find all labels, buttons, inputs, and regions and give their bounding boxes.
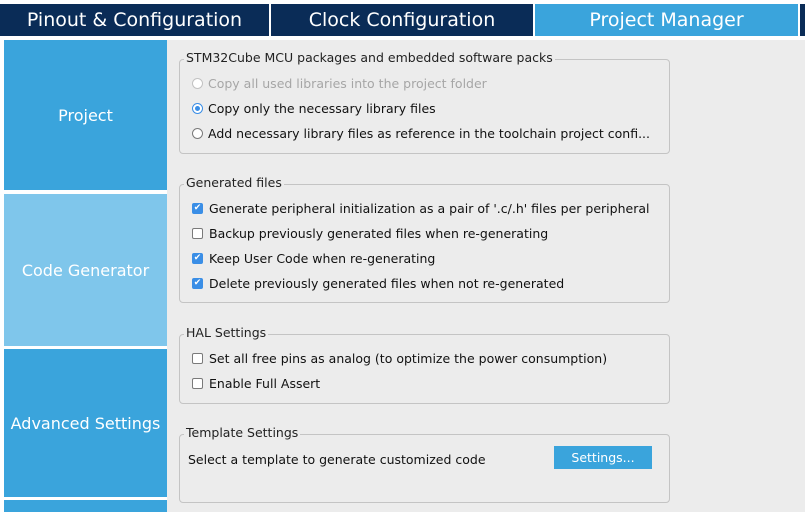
tab-project-manager[interactable]: Project Manager [535, 4, 798, 36]
checkbox-delete-previous-files[interactable]: ✔ Delete previously generated files when… [192, 276, 564, 291]
radio-copy-all-libraries[interactable]: Copy all used libraries into the project… [192, 76, 487, 91]
checkbox-label: Backup previously generated files when r… [209, 226, 549, 241]
hal-settings-group: HAL Settings Set all free pins as analog… [179, 325, 670, 404]
checkbox-checked-icon[interactable]: ✔ [192, 203, 203, 214]
checkbox-backup-files[interactable]: Backup previously generated files when r… [192, 226, 548, 241]
group-legend: HAL Settings [184, 325, 269, 340]
generated-files-group: Generated files ✔ Generate peripheral in… [179, 175, 670, 303]
checkbox-label: Enable Full Assert [209, 376, 321, 391]
checkbox-label: Set all free pins as analog (to optimize… [209, 351, 608, 366]
template-description: Select a template to generate customized… [188, 452, 486, 467]
tab-overflow-edge [800, 4, 805, 36]
radio-button[interactable] [192, 128, 203, 139]
radio-label: Copy only the necessary library files [208, 101, 436, 116]
group-legend: STM32Cube MCU packages and embedded soft… [184, 50, 555, 65]
radio-label: Copy all used libraries into the project… [208, 76, 487, 91]
checkbox-unchecked-icon[interactable] [192, 378, 203, 389]
tab-bar: Pinout & Configuration Clock Configurati… [0, 0, 805, 37]
sidebar-item-partial [4, 500, 167, 512]
checkbox-label: Keep User Code when re-generating [209, 251, 436, 266]
checkbox-label: Generate peripheral initialization as a … [209, 201, 650, 216]
sidebar-item-code-generator[interactable]: Code Generator [4, 194, 167, 346]
checkbox-enable-full-assert[interactable]: Enable Full Assert [192, 376, 320, 391]
checkbox-checked-icon[interactable]: ✔ [192, 253, 203, 264]
sidebar-item-advanced-settings[interactable]: Advanced Settings [4, 349, 167, 497]
checkbox-unchecked-icon[interactable] [192, 353, 203, 364]
sidebar-item-project[interactable]: Project [4, 40, 167, 190]
radio-button[interactable] [192, 103, 203, 114]
tab-pinout-configuration[interactable]: Pinout & Configuration [0, 4, 269, 36]
sidebar-item-label: Advanced Settings [10, 413, 161, 433]
radio-add-as-reference[interactable]: Add necessary library files as reference… [192, 126, 650, 141]
radio-button[interactable] [192, 78, 203, 89]
checkbox-checked-icon[interactable]: ✔ [192, 278, 203, 289]
sidebar-item-label: Code Generator [21, 260, 150, 280]
checkbox-free-pins-analog[interactable]: Set all free pins as analog (to optimize… [192, 351, 607, 366]
template-settings-group: Template Settings Select a template to g… [179, 425, 670, 503]
checkbox-unchecked-icon[interactable] [192, 228, 203, 239]
group-legend: Template Settings [184, 425, 301, 440]
tab-clock-configuration[interactable]: Clock Configuration [271, 4, 533, 36]
packages-group: STM32Cube MCU packages and embedded soft… [179, 50, 670, 154]
settings-button[interactable]: Settings... [554, 446, 652, 469]
checkbox-label: Delete previously generated files when n… [209, 276, 565, 291]
group-legend: Generated files [184, 175, 284, 190]
checkbox-generate-pair-files[interactable]: ✔ Generate peripheral initialization as … [192, 201, 649, 216]
sidebar-item-label: Project [58, 105, 113, 125]
radio-copy-necessary-files[interactable]: Copy only the necessary library files [192, 101, 436, 116]
radio-label: Add necessary library files as reference… [208, 126, 651, 141]
checkbox-keep-user-code[interactable]: ✔ Keep User Code when re-generating [192, 251, 435, 266]
